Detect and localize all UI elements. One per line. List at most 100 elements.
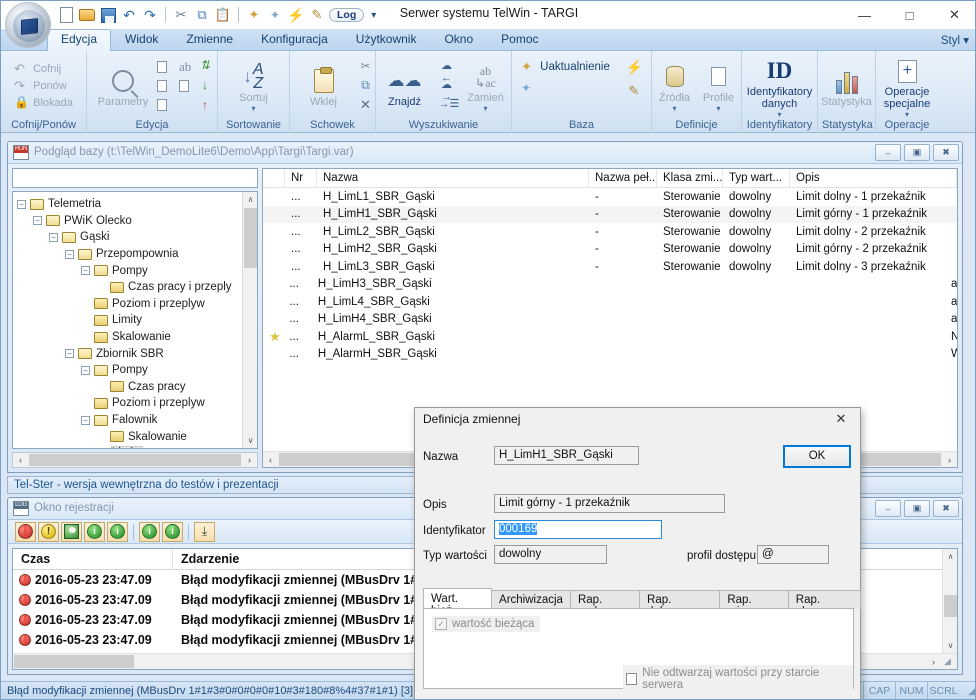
open-icon[interactable] xyxy=(78,6,96,24)
tree-vertical-scrollbar[interactable]: ∧ ∨ xyxy=(242,192,257,448)
tree-node-poziom-i-przeplyw-2[interactable]: Poziom i przeplyw xyxy=(17,395,241,412)
warning-filter-button[interactable]: ! xyxy=(38,521,59,542)
indent-icon[interactable] xyxy=(157,97,173,113)
cut-icon[interactable]: ✂ xyxy=(172,6,190,24)
table-row[interactable]: ... H_LimL1_SBR_Gąski - Sterowanie dowol… xyxy=(263,188,957,206)
profil-dostepu-field[interactable]: @ xyxy=(757,545,829,564)
typ-wartosci-field[interactable]: dowolny xyxy=(494,545,607,564)
dialog-titlebar[interactable]: Definicja zmiennej ✕ xyxy=(415,408,860,430)
tab-rap-godz[interactable]: Rap. godz. xyxy=(569,590,641,618)
tab-widok[interactable]: Widok xyxy=(111,29,172,51)
find-prev-icon[interactable]: ☁← xyxy=(439,59,455,84)
tab-pomoc[interactable]: Pomoc xyxy=(487,29,552,51)
undo-command[interactable]: ↶ Cofnij xyxy=(14,61,73,77)
chevron-down-icon[interactable]: ▾ xyxy=(905,110,909,120)
chevron-down-icon[interactable]: ▾ xyxy=(716,104,720,114)
tab-uzytkownik[interactable]: Użytkownik xyxy=(342,29,431,51)
opis-field[interactable]: Limit górny - 1 przekaźnik xyxy=(494,494,725,513)
tree-node-limity-2[interactable]: Limity xyxy=(17,445,241,448)
tree-node-gaski[interactable]: – Gąski xyxy=(17,229,241,246)
tab-rap-mies[interactable]: Rap. mies. xyxy=(719,590,789,618)
grid-header-klasa[interactable]: Klasa zmi... xyxy=(657,169,723,187)
scroll-right-icon[interactable]: › xyxy=(242,453,257,467)
info1-filter-button[interactable]: i xyxy=(84,521,105,542)
list-icon[interactable] xyxy=(157,78,173,94)
log-vertical-scrollbar[interactable]: ∧ ∨ xyxy=(942,549,957,653)
table-row[interactable]: ... H_LimH4_SBR_Gąski aźnik xyxy=(263,311,957,329)
chevron-down-icon[interactable]: ▾ xyxy=(251,104,255,114)
tree-node-pwik-olecko[interactable]: – PWiK Olecko xyxy=(17,213,241,230)
scroll-right-icon[interactable]: › xyxy=(926,654,941,669)
db-restore-button[interactable]: ▣ xyxy=(904,144,930,161)
scroll-thumb[interactable] xyxy=(14,655,134,668)
tree-horizontal-scrollbar[interactable]: ‹ › xyxy=(12,452,258,468)
info1b-filter-button[interactable]: i xyxy=(107,521,128,542)
find-list-icon[interactable]: →☰ xyxy=(439,97,460,113)
db-close-button[interactable]: ✖ xyxy=(933,144,959,161)
table-row[interactable]: ... H_LimL2_SBR_Gąski - Sterowanie dowol… xyxy=(263,223,957,241)
error-filter-button[interactable]: ❗ xyxy=(15,521,36,542)
edit-icon[interactable]: ✎ xyxy=(308,6,326,24)
qat-dropdown-icon[interactable]: ▾ xyxy=(367,10,376,21)
tab-rap-okres[interactable]: Rap. okres. xyxy=(787,590,861,618)
tab-wart-biez[interactable]: Wart. bież. xyxy=(423,588,493,617)
scroll-up-icon[interactable]: ∧ xyxy=(943,549,957,564)
statystyka-button[interactable]: Statystyka xyxy=(820,63,874,109)
expander-icon[interactable]: – xyxy=(33,216,42,226)
profile-button[interactable]: Profile ▾ xyxy=(698,59,740,114)
tree-node-przepompownia[interactable]: – Przepompownia xyxy=(17,246,241,263)
resize-grip-icon[interactable]: ◢ xyxy=(968,686,975,697)
tree-node-zbiornik-sbr[interactable]: – Zbiornik SBR xyxy=(17,345,241,362)
tree-node-limity-1[interactable]: Limity xyxy=(17,312,241,329)
identyfikator-field[interactable]: 000169 xyxy=(494,520,662,539)
maximize-button[interactable]: □ xyxy=(887,1,932,29)
zrodla-button[interactable]: Źródła ▾ xyxy=(654,59,696,114)
style-menu-button[interactable]: Styl ▾ xyxy=(941,33,969,47)
log-close-button[interactable]: ✖ xyxy=(933,500,959,517)
duplicate-icon[interactable] xyxy=(179,78,195,94)
db-window-titlebar[interactable]: RUN Podgląd bazy (t:\TelWin_DemoLite6\De… xyxy=(8,142,962,164)
close-button[interactable]: ✕ xyxy=(932,1,975,29)
bolt-icon[interactable]: ⚡ xyxy=(626,59,643,75)
scroll-down-icon[interactable]: ∨ xyxy=(243,433,257,448)
chevron-down-icon[interactable]: ▾ xyxy=(483,104,487,114)
log-minimize-button[interactable]: – xyxy=(875,500,901,517)
checkbox-icon[interactable] xyxy=(626,673,638,685)
znajdz-button[interactable]: ☁☁ Znajdź xyxy=(373,63,437,109)
tree-node-czas-pracy-i-przeplyw[interactable]: Czas pracy i przeply xyxy=(17,279,241,296)
tab-zmienne[interactable]: Zmienne xyxy=(172,29,247,51)
copy-icon[interactable]: ⧉ xyxy=(193,6,211,24)
undo-icon[interactable]: ↶ xyxy=(120,6,138,24)
scroll-thumb[interactable] xyxy=(944,595,957,617)
tree-view[interactable]: – Telemetria – PWiK Olecko – Gąski – Prz… xyxy=(12,191,258,449)
insert-row-icon[interactable] xyxy=(157,59,173,75)
tab-okno[interactable]: Okno xyxy=(430,29,487,51)
user-filter-button[interactable] xyxy=(61,521,82,542)
scroll-thumb[interactable] xyxy=(29,454,241,466)
tab-edycja[interactable]: Edycja xyxy=(47,29,112,51)
tree-node-skalowanie-2[interactable]: Skalowanie xyxy=(17,428,241,445)
grid-header-nr[interactable]: Nr xyxy=(285,169,317,187)
scroll-left-icon[interactable]: ‹ xyxy=(13,453,28,467)
tree-node-telemetria[interactable]: – Telemetria xyxy=(17,196,241,213)
tree-node-skalowanie-1[interactable]: Skalowanie xyxy=(17,329,241,346)
minimize-button[interactable]: — xyxy=(842,1,887,29)
sortuj-button[interactable]: ↓ AZ Sortuj ▾ xyxy=(222,59,286,114)
wand-question-command[interactable]: ✦ xyxy=(521,81,610,97)
ok-button[interactable]: OK xyxy=(783,445,851,468)
tree-node-pompy-2[interactable]: – Pompy xyxy=(17,362,241,379)
checkbox-icon[interactable]: ✓ xyxy=(435,618,447,630)
grid-header-nazwa[interactable]: Nazwa xyxy=(317,169,589,187)
wand-icon[interactable]: ✦ xyxy=(245,6,263,24)
nie-odtwarzaj-checkbox-row[interactable]: Nie odtwarzaj wartości przy starcie serw… xyxy=(623,665,853,693)
nazwa-field[interactable]: H_LimH1_SBR_Gąski xyxy=(494,446,639,465)
scroll-down-icon[interactable]: ∨ xyxy=(943,638,957,653)
log-button[interactable]: Log xyxy=(329,8,365,22)
tree-search-input[interactable] xyxy=(12,168,258,188)
parametry-button[interactable]: Parametry xyxy=(91,63,155,109)
expander-icon[interactable]: – xyxy=(17,199,26,209)
expander-icon[interactable]: – xyxy=(65,249,74,259)
bolt-icon[interactable]: ⚡ xyxy=(287,6,305,24)
identyfikatory-danych-button[interactable]: ID Identyfikatory danych ▾ xyxy=(745,53,815,119)
wklej-button[interactable]: Wklej xyxy=(292,63,356,109)
